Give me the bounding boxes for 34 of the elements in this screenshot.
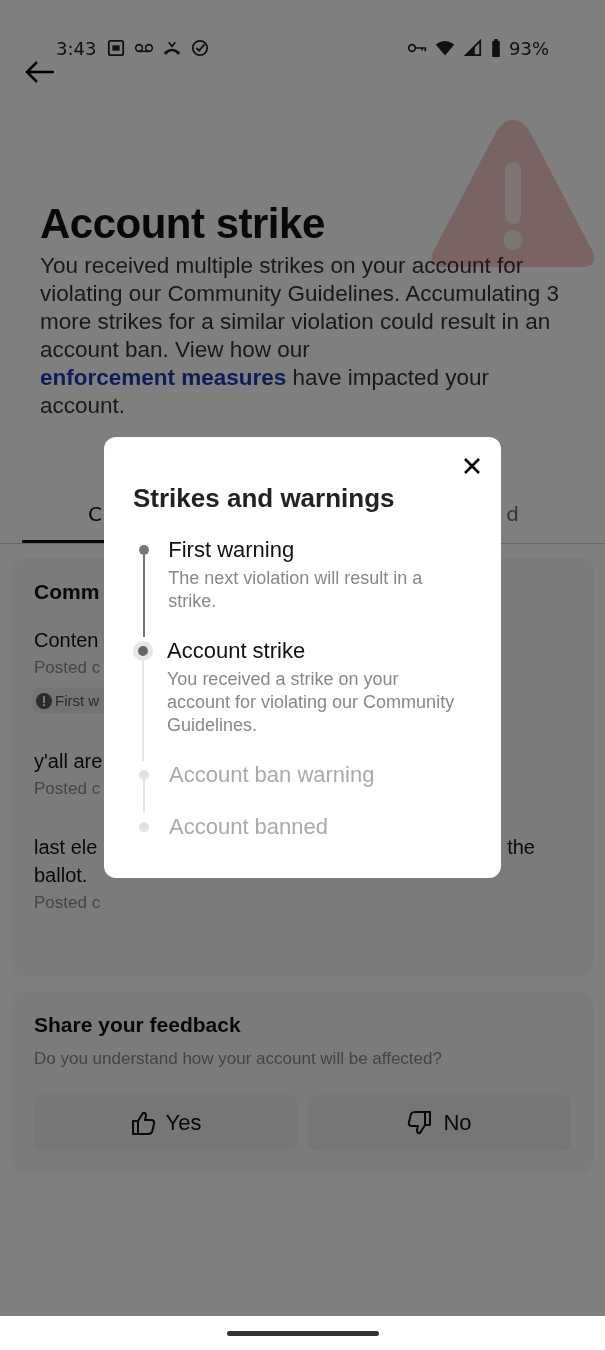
page-title: Account strike <box>40 200 326 248</box>
post-text: Conten <box>34 628 99 653</box>
post-text: ballot. <box>34 863 88 888</box>
description-text: You received multiple strikes on your account for violating our Community Guidelines. Accumulating 3 more strikes for a similar violation could result in an account ban. View how our enforcement measures have impacted your account. <box>40 252 560 420</box>
card-title: Comm <box>34 580 100 604</box>
enforcement-link[interactable]: enforcement measures <box>40 365 287 390</box>
thumbs-down-icon <box>407 1110 434 1136</box>
badge-label: First w <box>55 692 100 709</box>
dialog-title: Strikes and warnings <box>133 483 396 514</box>
step-description: The next violation will result in a strike. <box>168 567 424 613</box>
calendar-icon <box>106 39 127 57</box>
back-arrow-icon[interactable] <box>24 60 56 84</box>
post-text: y'all are <box>34 749 103 774</box>
step-title: Account banned <box>169 813 329 841</box>
step-title: Account strike <box>167 637 306 665</box>
no-button[interactable]: No <box>308 1095 571 1151</box>
check-circle-icon <box>190 39 211 57</box>
thumbs-up-icon <box>129 1110 156 1136</box>
post-text: the <box>507 835 535 860</box>
signal-icon <box>463 39 483 57</box>
battery-percentage: 93% <box>509 37 549 59</box>
yes-button[interactable]: Yes <box>34 1095 297 1151</box>
step-title: First warning <box>168 536 295 564</box>
wifi-icon <box>435 39 455 57</box>
battery-icon <box>491 38 501 58</box>
step-title: Account ban warning <box>169 761 375 789</box>
exclamation-icon <box>36 692 52 709</box>
close-icon[interactable] <box>462 456 482 476</box>
step-description: You received a strike on your account for violating our Community Guidelines. <box>167 668 456 737</box>
status-time: 3:43 <box>56 37 97 59</box>
home-indicator[interactable] <box>226 1330 379 1336</box>
post-text: last ele <box>34 835 98 860</box>
missed-call-icon <box>162 39 183 57</box>
feedback-title: Share your feedback <box>34 1013 242 1037</box>
